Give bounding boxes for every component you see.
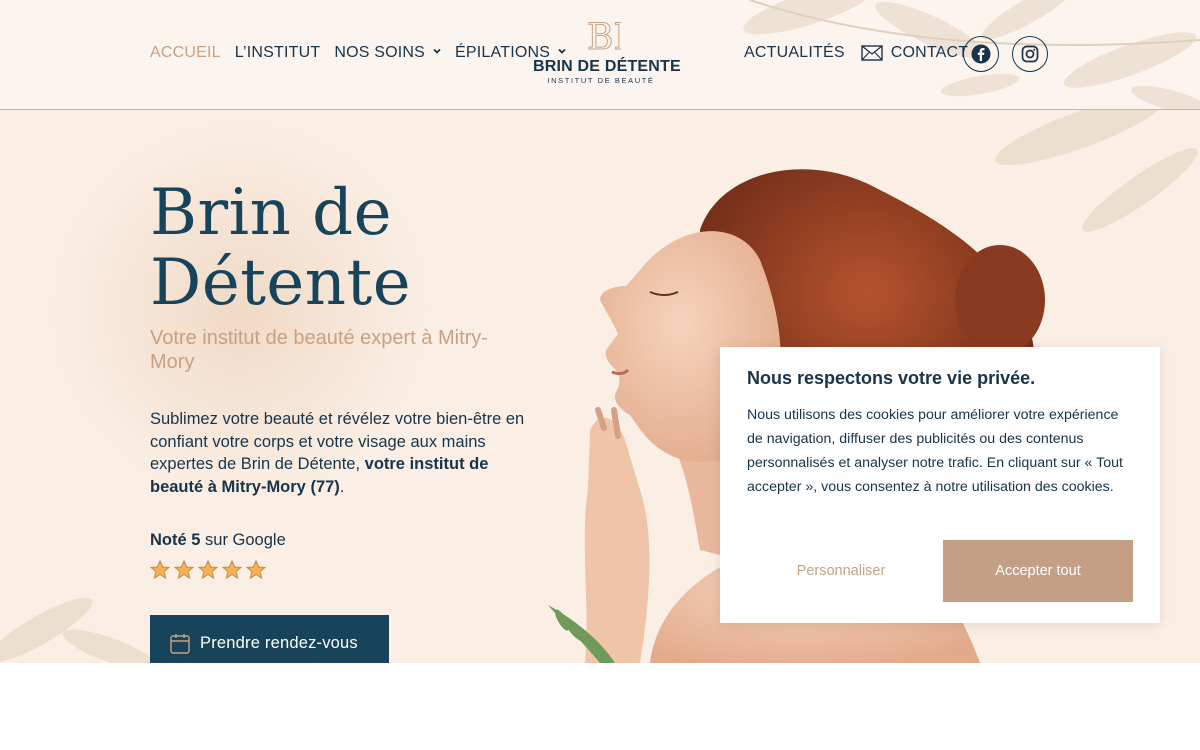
rating-stars [150,560,266,580]
star-icon [246,560,266,580]
nav-accueil[interactable]: ACCUEIL [150,44,221,62]
cookie-banner: Nous respectons votre vie privée. Nous u… [720,347,1160,623]
star-icon [174,560,194,580]
main-nav-right: ACTUALITÉS CONTACT [744,44,968,62]
instagram-icon [1021,45,1039,63]
nav-contact[interactable]: CONTACT [891,44,969,62]
google-rating: Noté 5 sur Google [150,531,286,550]
book-appointment-label: Prendre rendez-vous [200,633,358,652]
chevron-down-icon [433,48,441,54]
hero-title-line2: Détente [150,246,412,320]
cookie-title: Nous respectons votre vie privée. [747,368,1036,388]
star-icon [222,560,242,580]
nav-soins-label: NOS SOINS [334,44,426,61]
mail-icon [860,45,883,61]
logo-monogram: BD [587,17,622,57]
nav-accueil-label: ACCUEIL [150,44,221,61]
hero-subtitle: Votre institut de beauté expert à Mitry-… [150,327,488,373]
hero-description-end: . [339,477,345,496]
facebook-icon [971,44,991,64]
logo-monogram-text: BD [587,17,621,56]
site-header: ACCUEIL L’INSTITUT NOS SOINS ÉPILATIONS … [0,0,1200,110]
instagram-link[interactable] [1012,36,1048,72]
customize-cookies-button[interactable]: Personnaliser [747,540,935,602]
hero-description: Sublimez votre beauté et révélez votre b… [150,408,540,498]
nav-actualites-label: ACTUALITÉS [744,44,845,61]
nav-contact-label: CONTACT [890,44,969,61]
hero-title: Brin de Détente [150,178,411,318]
cookie-text: Nous utilisons des cookies pour améliore… [747,407,1123,495]
calendar-icon [170,633,190,654]
book-appointment-button[interactable]: Prendre rendez-vous [150,615,389,663]
nav-institut-label: L’INSTITUT [234,44,321,61]
star-icon [150,560,170,580]
facebook-link[interactable] [963,36,999,72]
cookie-actions: Personnaliser Accepter tout [747,540,1133,602]
main-nav-left: ACCUEIL L’INSTITUT NOS SOINS ÉPILATIONS [150,44,580,62]
logo-tagline: INSTITUT DE BEAUTÉ [547,76,655,85]
hero-title-line1: Brin de [150,176,392,250]
rating-prefix: Noté 5 [150,531,201,549]
site-logo[interactable]: BD BRIN DE DÉTENTE INSTITUT DE BEAUTÉ [533,16,681,94]
rating-suffix: sur Google [205,531,286,549]
nav-actualites[interactable]: ACTUALITÉS [744,44,845,62]
star-icon [198,560,218,580]
accept-all-cookies-button[interactable]: Accepter tout [943,540,1133,602]
nav-institut[interactable]: L’INSTITUT [235,44,321,62]
logo-name: BRIN DE DÉTENTE [533,58,681,75]
nav-soins[interactable]: NOS SOINS [334,44,441,62]
